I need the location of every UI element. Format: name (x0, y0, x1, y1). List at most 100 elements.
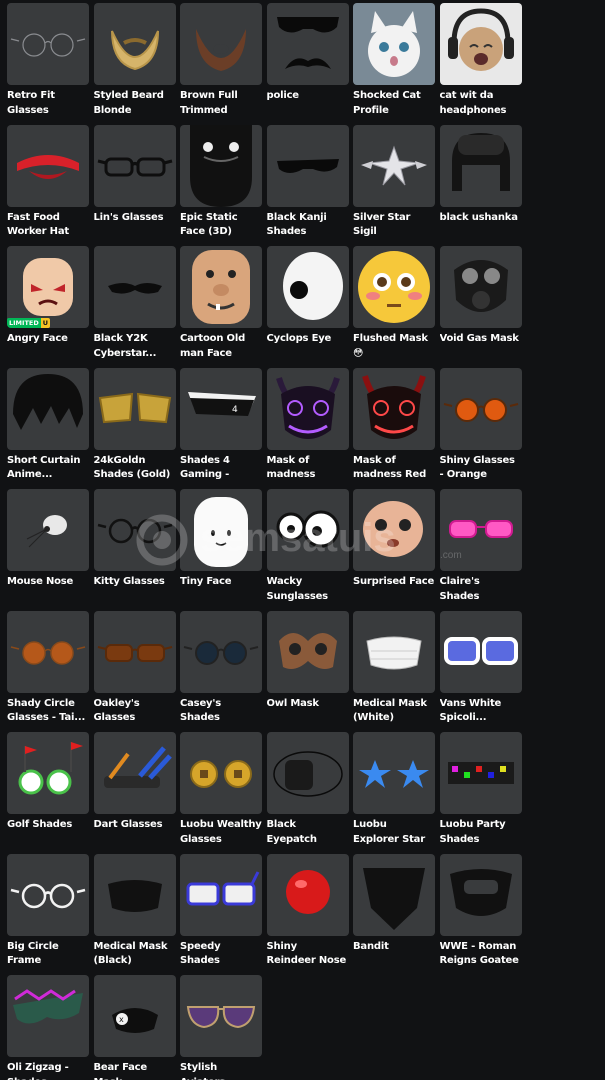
catalog-item[interactable]: Void Gas Mask (439, 246, 522, 368)
item-thumbnail[interactable] (439, 853, 522, 936)
item-thumbnail[interactable] (180, 489, 262, 571)
catalog-item[interactable]: Black Kanji Shades (266, 124, 349, 247)
catalog-item[interactable]: Fast Food Worker Hat (7, 124, 89, 247)
item-name[interactable]: cat wit da headphones on... (440, 89, 522, 118)
catalog-item[interactable]: Luobu Party Shades (439, 732, 522, 854)
catalog-item[interactable]: Retro Fit Glasses (7, 3, 89, 125)
item-thumbnail[interactable] (180, 732, 262, 814)
item-thumbnail[interactable] (93, 3, 176, 85)
catalog-item[interactable]: Cyclops Eye (266, 246, 349, 368)
item-thumbnail[interactable] (93, 732, 176, 814)
item-thumbnail[interactable] (353, 246, 435, 328)
item-thumbnail[interactable] (93, 610, 176, 693)
item-name[interactable]: Oli Zigzag - Shades (7, 1061, 89, 1080)
catalog-item[interactable]: Bandit (353, 853, 435, 976)
catalog-item[interactable]: Mask of madness Purple (266, 367, 349, 490)
item-name[interactable]: Brown Full Trimmed Beard (180, 89, 262, 118)
catalog-item[interactable]: Vans White Spicoli... (439, 610, 522, 733)
item-thumbnail[interactable] (439, 489, 522, 571)
catalog-item[interactable]: Kitty Glasses (93, 489, 176, 611)
item-name[interactable]: Big Circle Frame Mushroom... (7, 940, 89, 969)
catalog-item[interactable]: Big Circle Frame Mushroom... (7, 853, 89, 976)
item-name[interactable]: Silver Star Sigil (353, 211, 435, 240)
item-thumbnail[interactable] (180, 3, 262, 85)
catalog-item[interactable]: Shocked Cat Profile (353, 3, 435, 125)
item-name[interactable]: Tiny Face (180, 575, 262, 590)
catalog-item[interactable]: 24kGoldn Shades (Gold) (93, 367, 176, 490)
item-thumbnail[interactable]: LIMITED U (7, 246, 89, 328)
item-thumbnail[interactable] (93, 853, 176, 936)
catalog-item[interactable]: x Bear Face Mask (93, 975, 176, 1080)
item-name[interactable]: Golf Shades (7, 818, 89, 833)
item-thumbnail[interactable] (266, 246, 349, 328)
item-name[interactable]: Luobu Wealthy Glasses (180, 818, 262, 847)
item-name[interactable]: 24kGoldn Shades (Gold) (94, 454, 176, 483)
catalog-item[interactable]: Tiny Face (180, 489, 262, 611)
catalog-item[interactable]: Wacky Sunglasses (266, 489, 349, 611)
item-thumbnail[interactable] (93, 246, 176, 328)
catalog-item[interactable]: LIMITED U Angry Face (7, 246, 89, 368)
item-thumbnail[interactable] (180, 853, 262, 936)
item-thumbnail[interactable] (7, 853, 89, 936)
catalog-item[interactable]: Golf Shades (7, 732, 89, 854)
catalog-item[interactable]: cat wit da headphones on... (439, 3, 522, 125)
catalog-item[interactable]: Black Y2K Cyberstar... (93, 246, 176, 368)
item-thumbnail[interactable] (7, 489, 89, 571)
catalog-item[interactable]: Stylish Aviators (180, 975, 262, 1080)
item-name[interactable]: Oakley's Glasses (94, 697, 176, 726)
item-name[interactable]: Wacky Sunglasses (267, 575, 349, 604)
item-thumbnail[interactable] (353, 853, 435, 936)
item-name[interactable]: Kitty Glasses (94, 575, 176, 590)
item-thumbnail[interactable] (353, 367, 435, 450)
catalog-item[interactable]: Oakley's Glasses (93, 610, 176, 733)
catalog-item[interactable]: Surprised Face (353, 489, 435, 611)
item-thumbnail[interactable] (7, 367, 89, 450)
item-name[interactable]: Epic Static Face (3D) (180, 211, 262, 240)
item-name[interactable]: Shady Circle Glasses - Tai... (7, 697, 89, 726)
catalog-item[interactable]: Brown Full Trimmed Beard (180, 3, 262, 125)
item-name[interactable]: Medical Mask (Black) (94, 940, 176, 969)
item-thumbnail[interactable] (439, 3, 522, 85)
item-thumbnail[interactable] (180, 124, 262, 207)
item-name[interactable]: Bear Face Mask (94, 1061, 176, 1080)
item-thumbnail[interactable] (266, 124, 349, 207)
item-thumbnail[interactable] (353, 3, 435, 85)
item-name[interactable]: Casey's Shades (180, 697, 262, 726)
item-thumbnail[interactable] (266, 489, 349, 571)
item-thumbnail[interactable] (353, 732, 435, 814)
item-name[interactable]: Cartoon Old man Face (180, 332, 262, 361)
catalog-item[interactable]: Mouse Nose (7, 489, 89, 611)
catalog-item[interactable]: Speedy Shades (180, 853, 262, 976)
item-thumbnail[interactable] (439, 732, 522, 814)
item-thumbnail[interactable] (266, 367, 349, 450)
item-thumbnail[interactable] (93, 124, 176, 207)
catalog-item[interactable]: Casey's Shades (180, 610, 262, 733)
item-name[interactable]: Shades 4 Gaming - White (180, 454, 262, 483)
catalog-item[interactable]: police (266, 3, 349, 125)
item-thumbnail[interactable] (353, 124, 435, 207)
catalog-item[interactable]: Epic Static Face (3D) (180, 124, 262, 247)
item-name[interactable]: Claire's Shades (440, 575, 522, 604)
item-thumbnail[interactable] (7, 124, 89, 207)
catalog-item[interactable]: black ushanka (439, 124, 522, 247)
item-name[interactable]: Mask of madness Red (353, 454, 435, 483)
catalog-item[interactable]: Medical Mask (Black) (93, 853, 176, 976)
item-name[interactable]: Lin's Glasses (94, 211, 176, 226)
item-name[interactable]: Cyclops Eye (267, 332, 349, 347)
catalog-item[interactable]: Shady Circle Glasses - Tai... (7, 610, 89, 733)
item-name[interactable]: Black Y2K Cyberstar... (94, 332, 176, 361)
catalog-item[interactable]: Luobu Wealthy Glasses (180, 732, 262, 854)
item-thumbnail[interactable] (93, 489, 176, 571)
item-thumbnail[interactable]: x (93, 975, 176, 1057)
catalog-item[interactable]: Claire's Shades (439, 489, 522, 611)
item-thumbnail[interactable] (266, 610, 349, 693)
item-thumbnail[interactable] (439, 610, 522, 693)
item-thumbnail[interactable] (439, 367, 522, 450)
item-thumbnail[interactable] (7, 975, 89, 1057)
catalog-item[interactable]: Shiny Glasses - Orange (439, 367, 522, 490)
item-thumbnail[interactable] (180, 246, 262, 328)
item-thumbnail[interactable] (266, 732, 349, 814)
item-name[interactable]: black ushanka (440, 211, 522, 226)
catalog-item[interactable]: Black Eyepatch (266, 732, 349, 854)
item-name[interactable]: Fast Food Worker Hat (7, 211, 89, 240)
